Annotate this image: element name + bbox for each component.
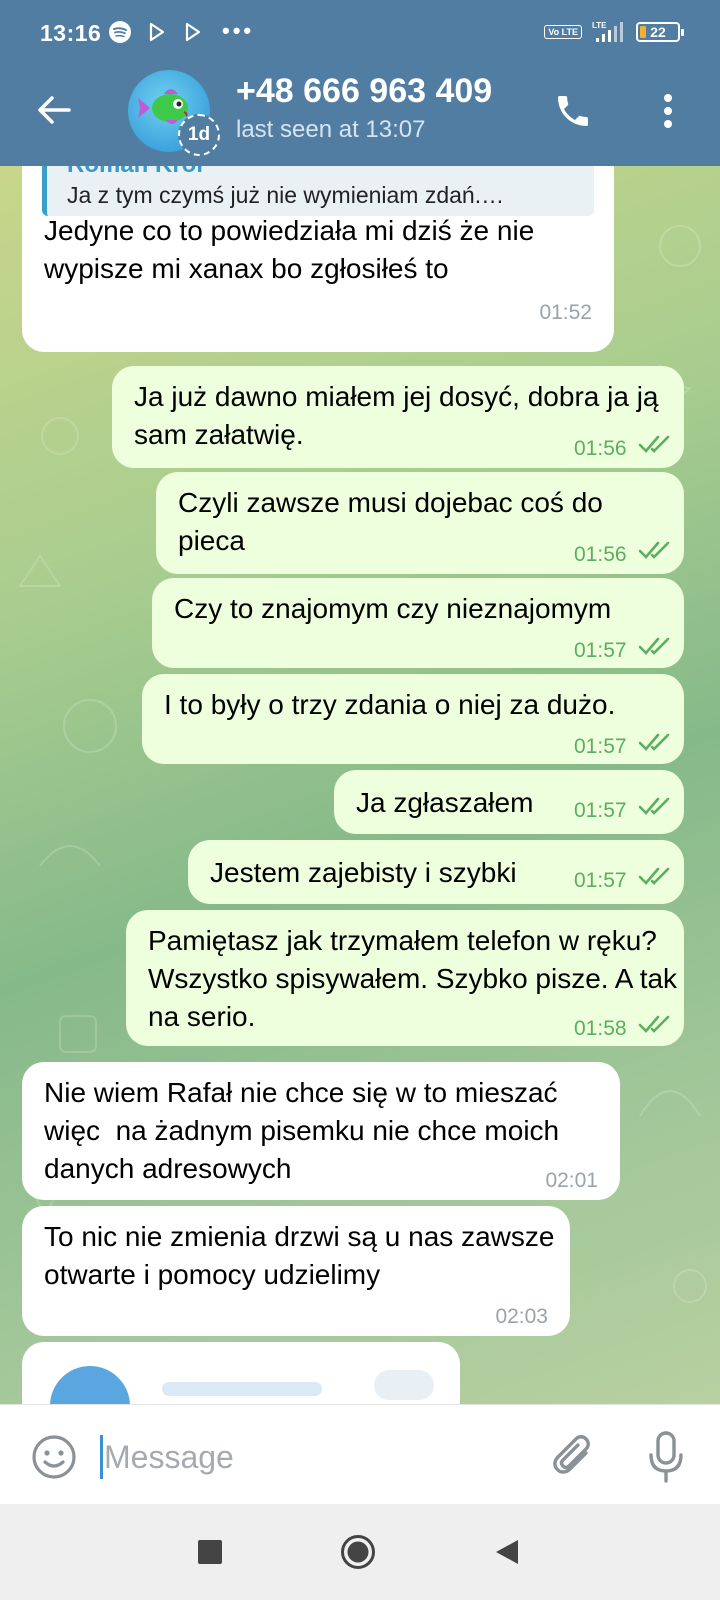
system-nav-bar (0, 1504, 720, 1600)
more-options-button[interactable] (648, 86, 688, 136)
message-outgoing[interactable]: Ja zgłaszałem 01:57 (334, 770, 684, 834)
message-text: Ja zgłaszałem (356, 787, 534, 818)
message-time: 01:57 (574, 869, 627, 892)
battery-icon: 22 (636, 22, 684, 42)
contact-name[interactable]: +48 666 963 409 (236, 72, 492, 111)
play-icon (185, 22, 201, 42)
message-incoming[interactable]: Nie wiem Rafał nie chce się w to mieszać… (22, 1062, 620, 1200)
message-outgoing[interactable]: Czyli zawsze musi dojebac coś do pieca 0… (156, 472, 684, 574)
chat-messages[interactable]: Roman Król Ja z tym czymś już nie wymien… (0, 166, 720, 1404)
volte-icon: Vo LTE (544, 25, 582, 39)
recents-icon[interactable] (198, 1540, 222, 1564)
attachment-badge (374, 1370, 434, 1400)
status-right: Vo LTE LTE 22 (544, 20, 684, 44)
attachment-title-placeholder (162, 1382, 322, 1396)
arrow-back-icon (38, 96, 71, 124)
message-time: 01:52 (539, 301, 592, 324)
double-check-icon (638, 797, 670, 815)
message-time: 01:56 (574, 543, 627, 566)
network-type-label: LTE (592, 21, 607, 30)
last-seen-status: last seen at 13:07 (236, 116, 426, 143)
message-outgoing[interactable]: Czy to znajomym czy nieznajomym 01:57 (152, 578, 684, 668)
message-time: 01:57 (574, 735, 627, 758)
signal-icon: LTE (592, 21, 623, 42)
message-time: 02:01 (545, 1169, 598, 1192)
double-check-icon (638, 1015, 670, 1033)
message-outgoing[interactable]: Pamiętasz jak trzymałem telefon w ręku? … (126, 910, 684, 1046)
message-text: Czy to znajomym czy nieznajomym (174, 593, 612, 624)
message-composer (0, 1404, 720, 1504)
message-text: I to były o trzy zdania o niej za dużo. (164, 689, 616, 720)
home-icon[interactable] (340, 1534, 376, 1570)
message-time: 01:58 (574, 1017, 627, 1040)
message-time: 01:56 (574, 437, 627, 460)
double-check-icon (638, 867, 670, 885)
message-text: Jedyne co to powiedziała mi dziś że nie … (44, 215, 543, 284)
message-outgoing[interactable]: I to były o trzy zdania o niej za dużo. … (142, 674, 684, 764)
reply-preview[interactable]: Roman Król Ja z tym czymś już nie wymien… (42, 166, 594, 216)
message-outgoing[interactable]: Jestem zajebisty i szybki 01:57 (188, 840, 684, 904)
status-bar: 13:16 ••• Vo LTE LTE 22 (0, 0, 720, 66)
attachment-thumbnail (50, 1366, 130, 1404)
reply-text: Ja z tym czymś już nie wymieniam zdań.… (67, 182, 505, 208)
story-badge[interactable]: 1d (178, 114, 220, 156)
message-time: 02:03 (495, 1305, 548, 1328)
double-check-icon (638, 637, 670, 655)
message-incoming[interactable]: Roman Król Ja z tym czymś już nie wymien… (22, 166, 614, 352)
microphone-icon[interactable] (648, 1431, 684, 1483)
emoji-icon[interactable] (30, 1433, 78, 1481)
message-incoming-partial[interactable] (22, 1342, 460, 1404)
double-check-icon (638, 435, 670, 453)
message-incoming[interactable]: To nic nie zmienia drzwi są u nas zawsze… (22, 1206, 570, 1336)
back-nav-icon[interactable] (494, 1538, 520, 1566)
status-time: 13:16 (40, 20, 102, 46)
chat-header: 13:16 ••• Vo LTE LTE 22 1d +48 666 963 4… (0, 0, 720, 166)
message-text: Jestem zajebisty i szybki (210, 857, 517, 888)
message-outgoing[interactable]: Ja już dawno miałem jej dosyć, dobra ja … (112, 366, 684, 468)
message-text: To nic nie zmienia drzwi są u nas zawsze… (44, 1221, 563, 1290)
double-check-icon (638, 541, 670, 559)
play-store-icon (149, 22, 165, 42)
double-check-icon (638, 733, 670, 751)
battery-level: 22 (650, 24, 666, 40)
spotify-icon (109, 21, 131, 43)
message-time: 01:57 (574, 799, 627, 822)
call-button[interactable] (548, 86, 598, 136)
more-notifications-icon: ••• (222, 18, 255, 43)
message-time: 01:57 (574, 639, 627, 662)
phone-icon (558, 96, 588, 126)
paperclip-icon[interactable] (552, 1433, 596, 1481)
text-caret (100, 1435, 103, 1479)
message-input[interactable] (104, 1429, 524, 1485)
back-button[interactable] (30, 88, 78, 132)
more-vertical-icon (664, 94, 672, 128)
message-text: Nie wiem Rafał nie chce się w to mieszać… (44, 1077, 567, 1184)
